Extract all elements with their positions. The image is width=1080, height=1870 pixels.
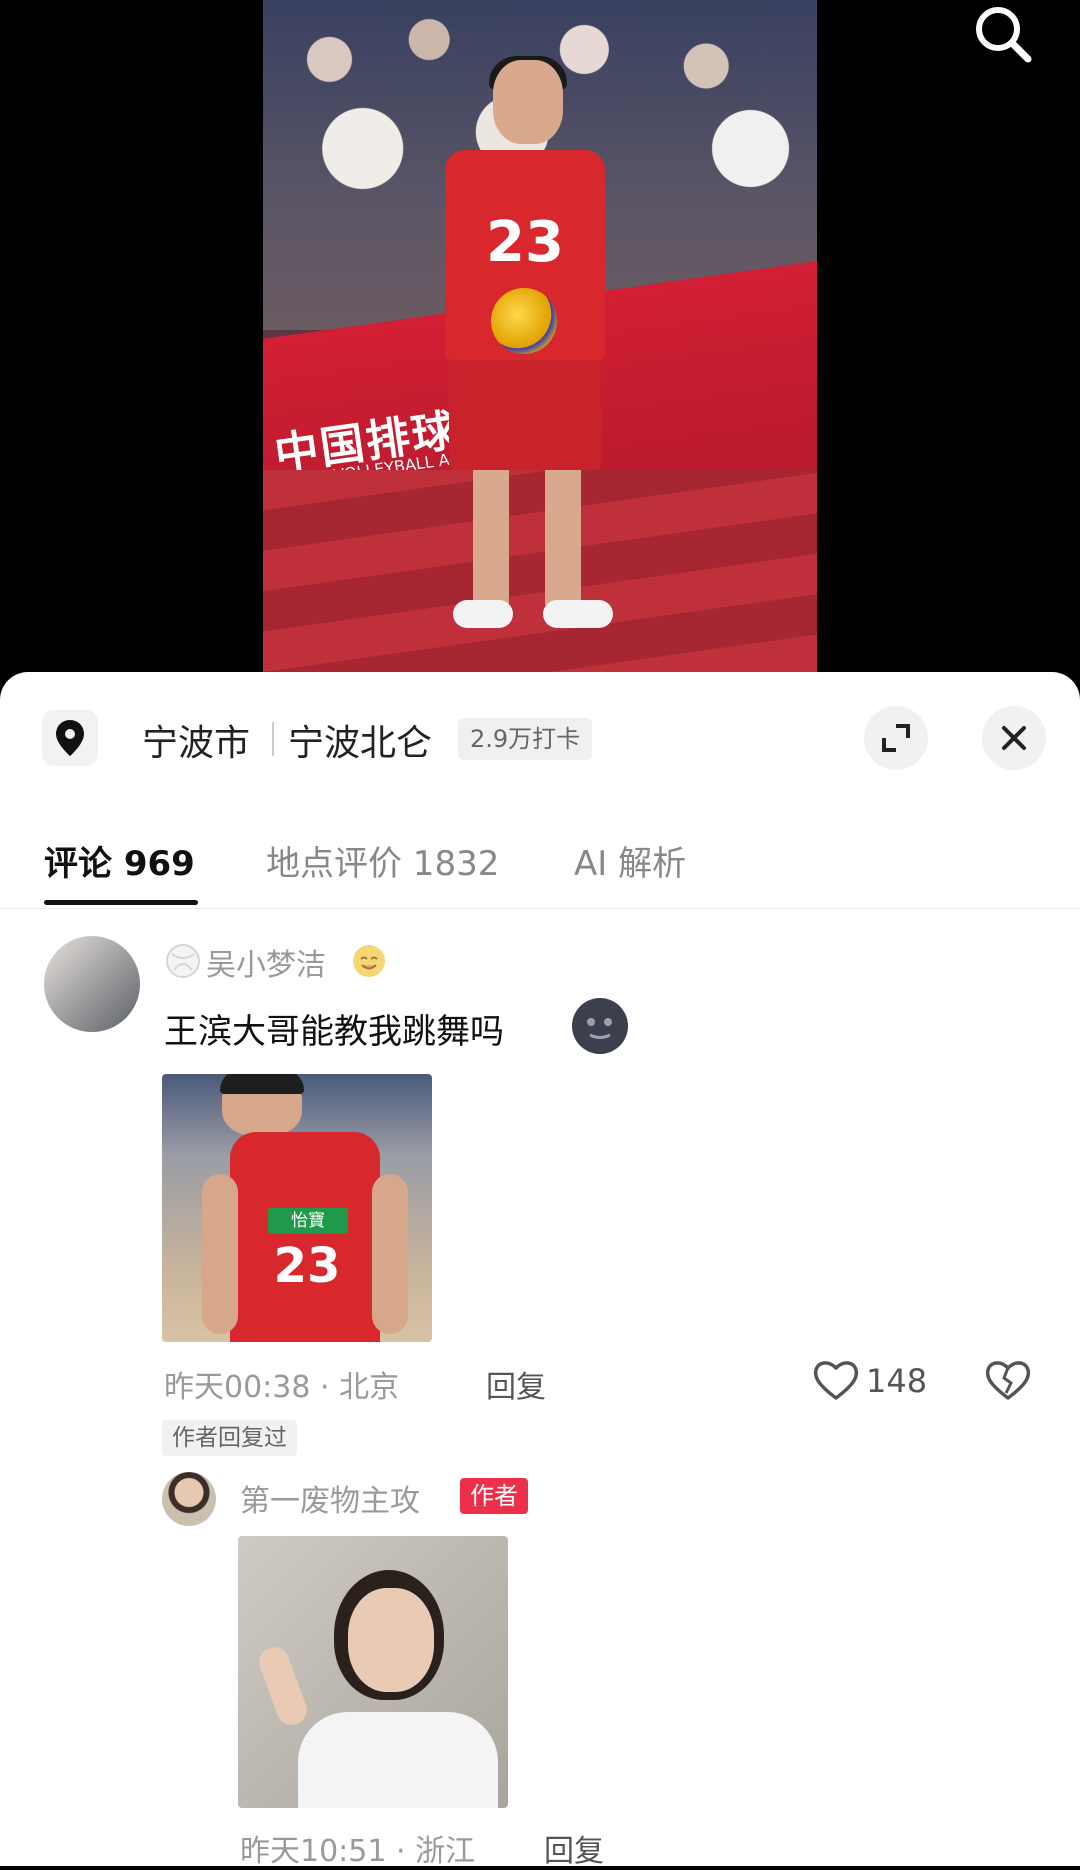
heart-icon[interactable] (812, 1358, 860, 1402)
like-count: 148 (866, 1362, 928, 1400)
comment-text: 王滨大哥能教我跳舞吗 (164, 1012, 504, 1052)
comment-reply-button[interactable]: 回复 (486, 1362, 546, 1406)
reply-avatar[interactable] (162, 1472, 216, 1526)
broken-heart-icon[interactable] (984, 1358, 1032, 1402)
location-place[interactable]: 宁波北仑 (288, 714, 432, 766)
volleyball-badge-icon (166, 944, 200, 978)
comment-image[interactable]: 怡寶 23 (162, 1074, 432, 1342)
location-city[interactable]: 宁波市 (142, 714, 250, 766)
tab-bar: 评论 969 地点评价 1832 AI 解析 (0, 808, 1080, 909)
expand-button[interactable] (864, 706, 928, 770)
tab-ai-analysis[interactable]: AI 解析 (574, 836, 686, 885)
location-row[interactable]: 宁波市 宁波北仑 2.9万打卡 (0, 700, 1080, 776)
search-icon (976, 7, 1032, 63)
comment-username[interactable]: 吴小梦洁 (206, 940, 326, 984)
reply-meta: 昨天10:51 · 浙江 (240, 1834, 476, 1869)
smile-emoji-icon (353, 945, 385, 977)
avatar[interactable] (44, 936, 140, 1032)
volleyball-player: 23 (413, 56, 643, 660)
location-divider (272, 722, 274, 756)
close-button[interactable] (982, 706, 1046, 770)
reply-username[interactable]: 第一废物主攻 (240, 1476, 420, 1520)
tab-comments[interactable]: 评论 969 (44, 836, 195, 885)
video-area[interactable]: 中国排球協會 CHINA VOLLEYBALL ASSOCIATION 23 (0, 0, 1080, 680)
expand-icon (882, 724, 910, 752)
active-tab-indicator (44, 900, 198, 905)
checkin-count-badge: 2.9万打卡 (458, 718, 593, 760)
jersey-number: 23 (486, 210, 564, 275)
comment-image-jersey-number: 23 (273, 1238, 341, 1294)
author-tag: 作者 (460, 1478, 528, 1514)
comment-meta: 昨天00:38 · 北京 (164, 1370, 400, 1405)
location-pin-icon (42, 710, 98, 766)
video-frame[interactable]: 中国排球協會 CHINA VOLLEYBALL ASSOCIATION 23 (263, 0, 817, 672)
reply-reply-button[interactable]: 回复 (544, 1826, 604, 1870)
tab-place-reviews[interactable]: 地点评价 1832 (266, 836, 499, 885)
volleyball (491, 288, 557, 354)
search-button[interactable] (968, 0, 1038, 70)
moon-face-emoji-icon (572, 998, 628, 1054)
close-icon (1002, 726, 1026, 750)
reply-image[interactable] (238, 1536, 508, 1808)
author-replied-badge: 作者回复过 (162, 1420, 297, 1456)
comment-image-sponsor: 怡寶 (268, 1208, 348, 1234)
